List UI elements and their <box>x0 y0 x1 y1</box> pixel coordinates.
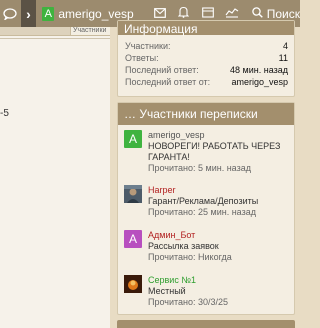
participants-panel: … Участники переписки A amerigo_vesp НОВ… <box>117 102 295 315</box>
member-title: Гарант/Реклама/Депозиты <box>148 196 259 206</box>
user-name-link[interactable]: amerigo_vesp <box>58 7 133 21</box>
bookmarks-icon[interactable] <box>196 6 220 21</box>
member-title: Местный <box>148 286 186 296</box>
member-name-link[interactable]: amerigo_vesp <box>148 130 296 141</box>
avatar[interactable] <box>124 275 142 293</box>
avatar[interactable] <box>124 185 142 203</box>
info-row-replies: Ответы: 11 <box>125 52 288 64</box>
stats-icon[interactable] <box>220 7 244 21</box>
member-name-link[interactable]: Сервис №1 <box>148 275 296 286</box>
bell-icon[interactable] <box>172 6 196 21</box>
avatar[interactable]: A <box>124 230 142 248</box>
list-item: A amerigo_vesp НОВОРЕГИ! РАБОТАТЬ ЧЕРЕЗ … <box>124 130 296 174</box>
info-value: 4 <box>282 41 288 51</box>
participants-panel-title: … Участники переписки <box>118 103 294 125</box>
divider <box>0 38 110 39</box>
member-title: НОВОРЕГИ! РАБОТАТЬ ЧЕРЕЗ ГАРАНТА! <box>148 141 281 162</box>
info-label: Ответы: <box>125 53 159 63</box>
avatar[interactable]: A <box>42 6 55 21</box>
info-value: 48 мин. назад <box>230 65 288 75</box>
info-value: 11 <box>278 53 288 63</box>
info-panel-title: Информация <box>118 21 294 35</box>
member-read-status: Прочитано: 30/3/25 <box>148 297 229 307</box>
mail-icon[interactable] <box>148 7 172 21</box>
tab-participants[interactable]: Участники <box>70 27 110 35</box>
avatar[interactable]: A <box>124 130 142 148</box>
next-panel-header <box>117 320 295 328</box>
thread-tabs: Участники <box>0 27 110 36</box>
list-item: A Админ_Бот Рассылка заявок Прочитано: Н… <box>124 230 296 263</box>
search-label: Поиск <box>266 6 300 21</box>
info-label: Последний ответ: <box>125 65 199 75</box>
member-name-link[interactable]: Harper <box>148 185 296 196</box>
info-row-participants: Участники: 4 <box>125 40 288 52</box>
info-value-user-link[interactable]: amerigo_vesp <box>231 76 288 88</box>
info-panel: Информация Участники: 4 Ответы: 11 После… <box>117 20 295 97</box>
member-name-link[interactable]: Админ_Бот <box>148 230 296 241</box>
member-read-status: Прочитано: Никогда <box>148 252 232 262</box>
info-row-last-reply-by: Последний ответ от: amerigo_vesp <box>125 76 288 88</box>
member-read-status: Прочитано: 25 мин. назад <box>148 207 256 217</box>
chevron-right-icon[interactable]: › <box>20 0 37 27</box>
info-label: Последний ответ от: <box>125 77 211 87</box>
member-title: Рассылка заявок <box>148 241 219 251</box>
search-button[interactable]: Поиск <box>251 6 300 21</box>
chat-icon[interactable] <box>0 0 21 27</box>
truncated-text: -5 <box>0 108 9 119</box>
member-read-status: Прочитано: 5 мин. назад <box>148 163 251 173</box>
info-label: Участники: <box>125 41 171 51</box>
list-item: Сервис №1 Местный Прочитано: 30/3/25 <box>124 275 296 308</box>
info-row-last-reply: Последний ответ: 48 мин. назад <box>125 64 288 76</box>
list-item: Harper Гарант/Реклама/Депозиты Прочитано… <box>124 185 296 218</box>
search-icon <box>251 6 263 21</box>
thread-content-area: Участники -5 <box>0 27 110 328</box>
